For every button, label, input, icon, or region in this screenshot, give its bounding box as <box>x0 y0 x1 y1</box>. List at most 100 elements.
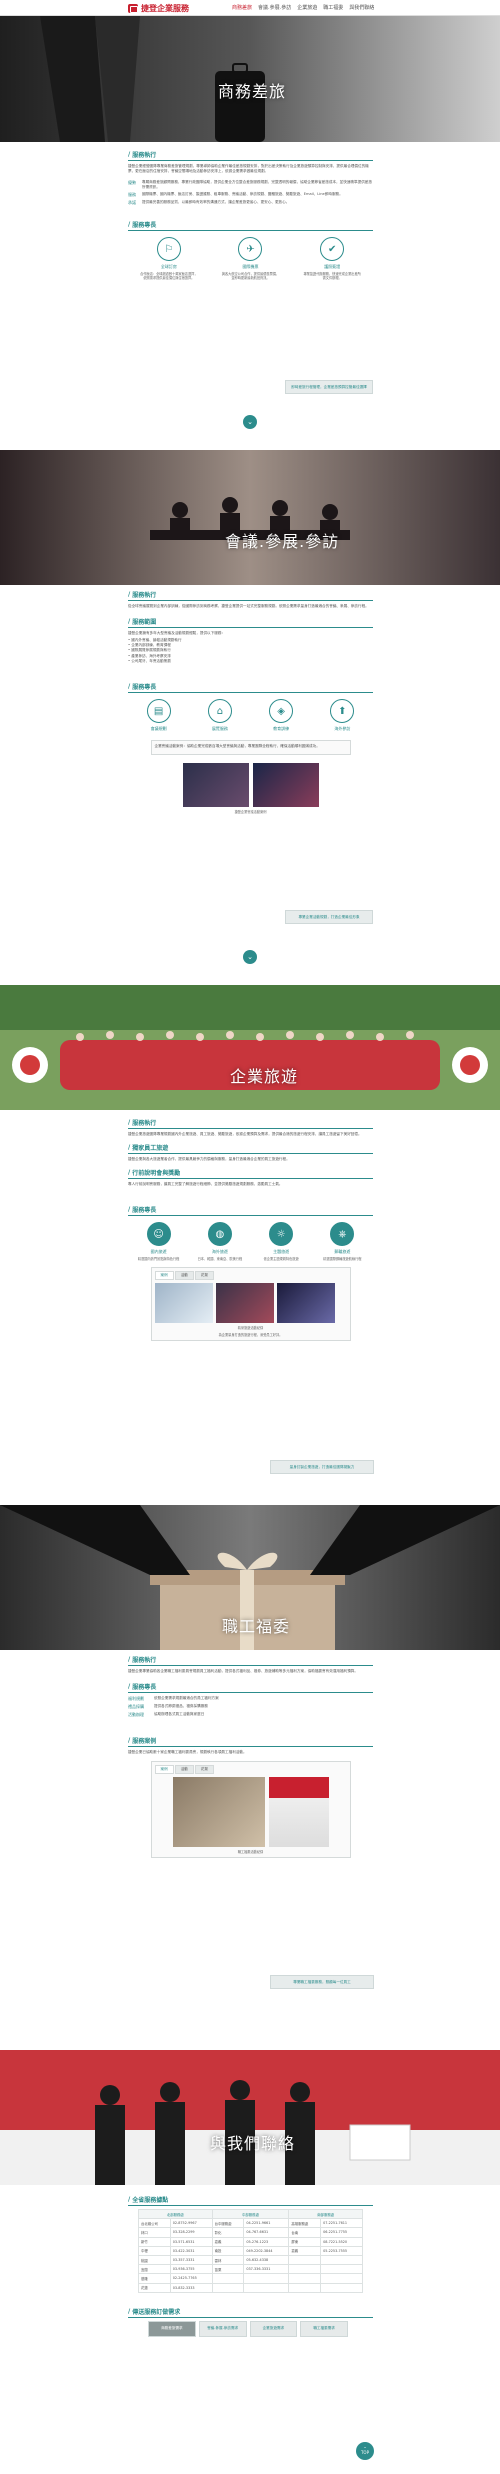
top-navbar: 捷登企業服務 商務差旅 會議.參展.參訪 企業旅遊 職工福委 與我們聯絡 <box>0 0 500 16</box>
section-heading: 傳送服務訂做需求 <box>128 2307 373 2318</box>
cta-ribbon[interactable]: 專業企業活動規劃，打造企業最佳形象 <box>285 910 373 924</box>
service-label: 國際機票 <box>242 264 259 269</box>
service-label: 全球訂房 <box>160 264 177 269</box>
case-photo[interactable] <box>215 1283 274 1324</box>
section-heading: 服務執行 <box>128 1655 373 1666</box>
globe-icon: ◍ <box>207 1222 232 1246</box>
section-meetings: 服務執行 從全球會議展覽到企業內部訓練，從國際參訪到商務考察，捷登企業提供一站式… <box>128 590 373 814</box>
service-desc: 合作飯店：全球超過數十萬家飯店選擇，依照需求提供最佳價位與住宿選擇。 <box>140 272 198 281</box>
intro-text: 從全球會議展覽到企業內部訓練，從國際參訪到商務考察，捷登企業提供一站式完整服務規… <box>128 604 369 608</box>
chevron-down-icon: ⌄ <box>247 953 253 961</box>
section-heading: 服務執行 <box>128 150 373 161</box>
case-panel: 企業會議活動案例：協助企業完成數百場大型會議與活動，專業團隊全程執行，確保活動順… <box>150 740 351 756</box>
case-desc: 為企業量身打造的旅遊行程，深受員工好評。 <box>218 1333 283 1338</box>
hero-title: 企業旅遊 <box>230 1067 299 1086</box>
hero-title: 商務差旅 <box>218 82 287 101</box>
case-photo[interactable] <box>182 763 249 808</box>
case-photos <box>128 763 373 808</box>
hero-company-travel: 企業旅遊 <box>0 985 500 1110</box>
table-row: 新竹 03-571-6531 嘉義 05-276-1223 屏東 08-7221-5520 <box>138 2236 363 2247</box>
service-item: ☼ 主題旅遊 依企業主題規劃特色旅遊 <box>256 1222 306 1261</box>
nav-item-contact[interactable]: 與我們聯絡 <box>349 4 374 11</box>
row-value: 提供各式節慶禮品、禮券採購服務 <box>154 1704 208 1708</box>
section-text: 捷登企業與各大旅遊業者合作，提供最具競爭力的價格與服務，量身打造最適合企業的員工… <box>128 1157 290 1161</box>
section-welfare: 服務執行 捷登企業專業協助各企業職工福利委員會規劃員工福利活動，提供各式福利品、… <box>128 1655 373 1858</box>
building-icon: ⌂ <box>207 699 232 724</box>
cta-ribbon[interactable]: 量身訂製企業旅遊，打造最佳團隊凝聚力 <box>270 1460 374 1474</box>
service-desc: 精選國內熱門景點與特色行程 <box>137 1257 180 1261</box>
scroll-down-button[interactable]: ⌄ <box>243 415 257 429</box>
service-item: ◈ 教育訓練 <box>261 699 301 734</box>
service-desc: 專業簽證代辦服務，快速完成企業出差所需文件辦理。 <box>303 272 361 281</box>
column-header: 北部服務處 <box>138 2208 213 2220</box>
service-row: 禮品採購 提供各式節慶禮品、禮券採購服務 <box>128 1704 373 1710</box>
tab-activity[interactable]: 活動 <box>174 1271 194 1281</box>
section-text: 捷登企業已協助數十家企業職工福利委員會，規劃執行各項員工福利活動。 <box>128 1750 247 1754</box>
table-row: 中壢 03-422-3031 南投 049-2202-3844 嘉義 05-2253-75… <box>138 2245 363 2256</box>
service-item: ⬆ 海外參訪 <box>322 699 362 734</box>
tab-case[interactable]: 案例 <box>154 1765 174 1774</box>
row-label: 承諾 <box>128 200 136 205</box>
person-icon: ☺ <box>146 1222 171 1246</box>
section-heading: 服務專長 <box>128 682 373 694</box>
service-label: 展覽服務 <box>211 726 228 732</box>
case-photo[interactable] <box>276 1283 335 1324</box>
plane-icon: ✈ <box>238 237 263 261</box>
photo-caption: 捷登企業會議活動案例 <box>234 810 267 815</box>
row-label: 優勢 <box>128 180 136 185</box>
service-item: ⌂ 展覽服務 <box>200 699 240 734</box>
row-value: 協助辦理各式員工活動與家庭日 <box>154 1712 205 1716</box>
section-heading: 服務專長 <box>128 1205 373 1216</box>
row-value: 依照企業需求規劃最適合的員工福利方案 <box>154 1696 219 1700</box>
section-company-travel: 服務執行 捷登企業旅遊團隊專業規劃國內外企業旅遊、員工旅遊、獎勵旅遊，依據企業預… <box>128 1118 373 1342</box>
list-item: • 公司尾牙、年會活動策劃 <box>128 658 171 663</box>
request-link-business[interactable]: 商務差旅需求 <box>148 2320 196 2337</box>
case-photo[interactable] <box>154 1283 213 1324</box>
case-photo[interactable] <box>268 1777 329 1847</box>
case-photo[interactable] <box>172 1777 265 1847</box>
tab-highlights[interactable]: 花絮 <box>194 1271 215 1281</box>
service-label: 會議規劃 <box>150 726 167 732</box>
service-label: 海外參訪 <box>334 726 351 732</box>
column-header: 南部服務處 <box>288 2208 363 2220</box>
case-photos <box>155 1777 347 1847</box>
service-label: 國內旅遊 <box>150 1249 167 1254</box>
section-heading: 獨家員工旅遊 <box>128 1143 373 1154</box>
check-icon: ✔ <box>320 237 345 261</box>
brand-logo[interactable]: 捷登企業服務 <box>128 3 189 14</box>
service-desc: 日本、韓國、東南亞、歐美行程 <box>197 1257 243 1261</box>
service-icons: ☺ 國內旅遊 精選國內熱門景點與特色行程 ◍ 海外旅遊 日本、韓國、東南亞、歐美… <box>128 1222 373 1261</box>
scroll-down-button[interactable]: ⌄ <box>243 950 257 964</box>
intro-text: 捷登企業經營團隊專業商務差旅管理規劃，專業導師協助企業作最佳差旅規劃安排，對於出… <box>128 164 369 173</box>
nav-item-meetings[interactable]: 會議.參展.參訪 <box>258 4 291 11</box>
section-heading: 服務專長 <box>128 220 373 231</box>
table-row: 基隆 02-2425-7765 <box>138 2273 363 2284</box>
section-heading: 全省服務據點 <box>128 2195 373 2206</box>
nav-item-business-travel[interactable]: 商務差旅 <box>232 4 252 11</box>
scope-intro: 捷登企業擁有多年大型會議及活動規劃經驗，提供以下服務： <box>128 631 226 635</box>
nav-item-company-travel[interactable]: 企業旅遊 <box>297 4 317 11</box>
hero-business-travel: 商務差旅 <box>0 16 500 142</box>
cta-ribbon[interactable]: 專業職工福委服務，照顧每一位員工 <box>270 1975 374 1989</box>
request-link-welfare[interactable]: 職工福委需求 <box>300 2320 348 2337</box>
main-nav: 商務差旅 會議.參展.參訪 企業旅遊 職工福委 與我們聯絡 <box>232 4 374 11</box>
tab-activity[interactable]: 活動 <box>174 1765 194 1774</box>
nav-item-welfare[interactable]: 職工福委 <box>323 4 343 11</box>
hero-contact: 與我們聯絡 <box>0 2050 500 2185</box>
tab-case[interactable]: 案例 <box>154 1271 174 1281</box>
row-label: 活動辦理 <box>128 1712 144 1717</box>
service-label: 護照簽證 <box>324 264 341 269</box>
service-item: ⎈ 郵輪旅遊 精選國際郵輪旅遊航線行程 <box>317 1222 367 1261</box>
table-row: 桃園 03-357-3331 雲林 05-632-4338 <box>138 2254 363 2266</box>
table-header: 北部服務處 中部服務處 南部服務處 <box>138 2208 363 2220</box>
cta-ribbon[interactable]: 即時差旅行程管理，企業差旅預算控管最佳選擇 <box>285 380 373 394</box>
graduation-icon: ◈ <box>269 699 294 724</box>
case-photo[interactable] <box>252 763 319 808</box>
back-to-top-button[interactable]: ⌃ TOP <box>356 2442 374 2460</box>
row-value: 專屬商務差旅顧問服務，專業行政團隊協助，提供企業全方位整合差旅服務規劃，完整透明… <box>142 180 372 189</box>
service-desc: 與各大航空公司合作，提供最優惠票價，並即時更新最新航班資訊。 <box>221 272 280 281</box>
service-item: ◍ 海外旅遊 日本、韓國、東南亞、歐美行程 <box>195 1222 245 1261</box>
tab-highlights[interactable]: 花絮 <box>194 1765 215 1774</box>
request-link-travel[interactable]: 企業旅遊需求 <box>249 2320 298 2337</box>
request-link-meetings[interactable]: 會議.參展.參訪需求 <box>198 2320 247 2337</box>
